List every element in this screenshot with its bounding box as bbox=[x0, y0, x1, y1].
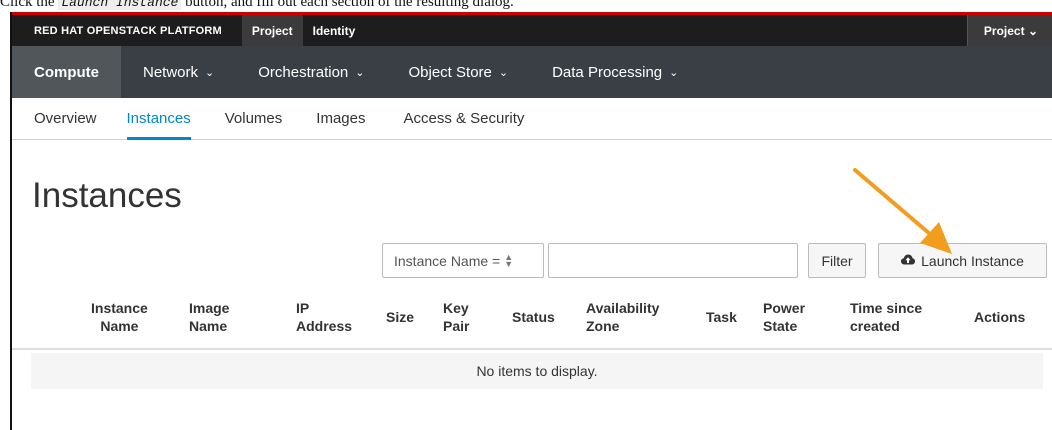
table-empty-row: No items to display. bbox=[31, 353, 1043, 389]
caption-text-before: Click the bbox=[0, 0, 55, 10]
horizon-screenshot: RED HAT OPENSTACK PLATFORM Project Ident… bbox=[10, 12, 1052, 430]
empty-message: No items to display. bbox=[476, 363, 598, 379]
annotation-arrow-icon bbox=[853, 168, 952, 254]
instruction-caption: Click the Launch Instance button, and fi… bbox=[0, 0, 514, 10]
caption-code: Launch Instance bbox=[58, 0, 182, 10]
caption-text-after: button, and fill out each section of the… bbox=[185, 0, 514, 10]
